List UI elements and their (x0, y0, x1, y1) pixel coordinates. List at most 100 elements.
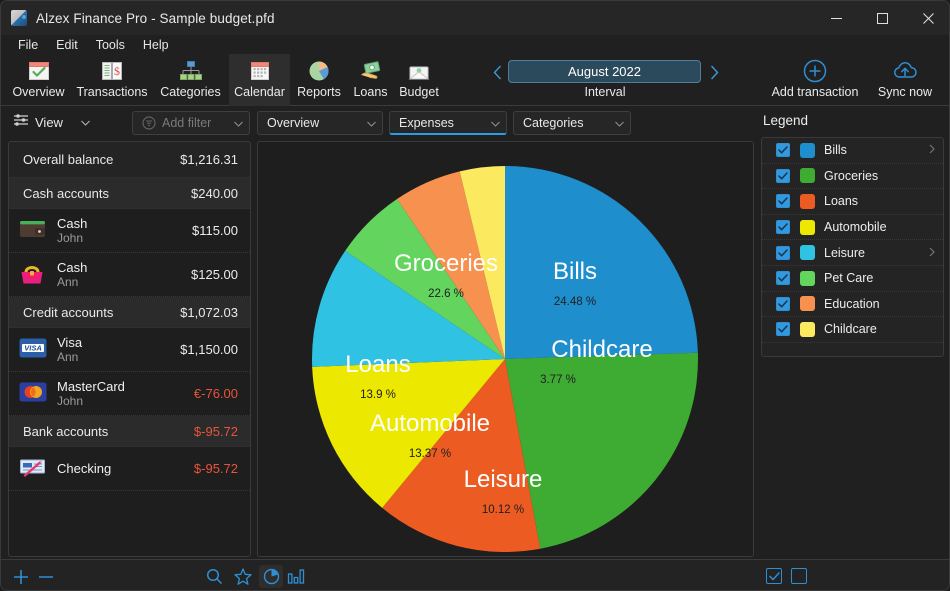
legend-color-swatch (800, 245, 815, 261)
expenses-pie-chart[interactable]: Bills 24.48 % Groceries 22.6 % Loans 13.9 % Au… (258, 142, 753, 556)
close-button[interactable] (905, 1, 949, 35)
toolbar-button-reports[interactable]: Reports (290, 54, 348, 106)
toolbar-button-overview[interactable]: Overview (5, 54, 72, 106)
toolbar-label-budget: Budget (399, 85, 439, 99)
interval-selector: August 2022 Interval (485, 54, 725, 106)
menu-tools[interactable]: Tools (88, 37, 133, 53)
legend-color-swatch (800, 168, 815, 184)
toolbar-button-categories[interactable]: Categories (152, 54, 229, 106)
legend-checkbox[interactable] (776, 271, 790, 286)
legend-item[interactable]: Education (762, 292, 943, 318)
window-controls (813, 1, 949, 35)
favorite-button[interactable] (233, 567, 252, 586)
legend-item[interactable]: Leisure (762, 240, 943, 266)
maximize-button[interactable] (859, 1, 905, 35)
chart-panel: Bills 24.48 % Groceries 22.6 % Loans 13.9 % Au… (257, 141, 754, 557)
menu-file[interactable]: File (10, 37, 46, 53)
interval-caption: Interval (584, 85, 626, 99)
interval-value-box[interactable]: August 2022 (508, 60, 701, 83)
overall-balance-row[interactable]: Overall balance $1,216.31 (9, 142, 250, 178)
account-row[interactable]: Checking $-95.72 (9, 447, 250, 491)
add-account-button[interactable] (12, 568, 30, 586)
account-row[interactable]: Cash Ann $125.00 (9, 253, 250, 297)
view-button[interactable]: View (13, 111, 63, 134)
view-mode-value: Overview (267, 116, 320, 130)
cloud-upload-icon (891, 58, 919, 84)
pie-slice-label: Groceries (394, 250, 498, 277)
legend-color-swatch (800, 296, 815, 312)
account-amount: $125.00 (191, 267, 238, 282)
menu-bar: File Edit Tools Help (1, 35, 949, 54)
account-amount: $1,150.00 (180, 342, 238, 357)
account-row[interactable]: MasterCard John €-76.00 (9, 372, 250, 416)
previous-interval-button[interactable] (488, 62, 506, 82)
toolbar-button-calendar[interactable]: Calendar (229, 54, 290, 106)
amount-type-select[interactable]: Expenses (389, 111, 507, 135)
minimize-button[interactable] (813, 1, 859, 35)
view-dropdown-caret[interactable] (81, 111, 90, 134)
pie-slice-percent: 13.9 % (360, 389, 396, 401)
pie-slice[interactable] (505, 166, 698, 359)
toolbar-button-budget[interactable]: Budget (393, 54, 445, 106)
legend-label: Automobile (824, 220, 887, 235)
chevron-down-icon (615, 114, 624, 132)
search-button[interactable] (205, 567, 224, 586)
pie-slice-percent: 10.12 % (482, 504, 524, 516)
legend-item[interactable]: Pet Care (762, 266, 943, 292)
next-interval-button[interactable] (705, 62, 723, 82)
account-name-block: Checking (57, 461, 194, 476)
account-group-row[interactable]: Bank accounts $-95.72 (9, 416, 250, 447)
accounts-panel[interactable]: Overall balance $1,216.31 Cash accounts $24… (8, 141, 251, 557)
legend-checkbox[interactable] (776, 322, 790, 337)
bar-view-button[interactable] (286, 566, 306, 586)
sync-now-button[interactable]: Sync now (869, 54, 941, 106)
menu-edit[interactable]: Edit (48, 37, 86, 53)
legend-item[interactable]: Automobile (762, 215, 943, 241)
chevron-right-icon[interactable] (929, 143, 935, 157)
toolbar-label-loans: Loans (353, 85, 388, 99)
add-transaction-button[interactable]: Add transaction (761, 54, 869, 106)
loans-money-hand-icon (359, 58, 383, 84)
account-row[interactable]: Cash John $115.00 (9, 209, 250, 253)
pie-slice-percent: 24.48 % (554, 296, 596, 308)
uncheck-all-button[interactable] (791, 568, 807, 584)
remove-account-button[interactable] (37, 568, 55, 586)
legend-item[interactable]: Bills (762, 138, 943, 164)
legend-checkbox[interactable] (776, 220, 790, 235)
filter-icon (142, 116, 156, 130)
view-mode-select[interactable]: Overview (257, 111, 383, 135)
title-bar: Alzex Finance Pro - Sample budget.pfd (1, 1, 949, 35)
legend-item[interactable]: Childcare (762, 317, 943, 343)
legend-checkbox[interactable] (776, 296, 790, 311)
grouping-select[interactable]: Categories (513, 111, 631, 135)
legend-checkbox[interactable] (776, 168, 790, 183)
account-group-row[interactable]: Cash accounts $240.00 (9, 178, 250, 209)
account-group-row[interactable]: Credit accounts $1,072.03 (9, 297, 250, 328)
legend-label: Leisure (824, 245, 865, 260)
account-row[interactable]: VISA Visa Ann $1,150.00 (9, 328, 250, 372)
chevron-right-icon[interactable] (929, 246, 935, 260)
account-name-block: Visa Ann (57, 335, 180, 365)
legend-panel[interactable]: Bills Groceries Loans Automobile Leisure Pet … (761, 137, 944, 357)
legend-item[interactable]: Groceries (762, 164, 943, 190)
svg-text:$: $ (114, 64, 120, 78)
pie-view-button[interactable] (259, 565, 283, 588)
sync-now-label: Sync now (877, 85, 933, 99)
legend-item[interactable]: Loans (762, 189, 943, 215)
add-filter-input[interactable]: Add filter (132, 111, 250, 135)
legend-checkbox[interactable] (776, 245, 790, 260)
check-all-button[interactable] (766, 568, 782, 584)
toolbar-button-loans[interactable]: Loans (348, 54, 393, 106)
transactions-book-icon: $ (100, 58, 124, 84)
plus-circle-icon (802, 58, 828, 84)
legend-checkbox[interactable] (776, 194, 790, 209)
pie-slice-percent: 3.77 % (540, 374, 576, 386)
menu-help[interactable]: Help (135, 37, 177, 53)
toolbar-button-transactions[interactable]: $ Transactions (72, 54, 152, 106)
overview-check-calendar-icon (27, 58, 51, 84)
pie-slice-percent: 13.37 % (409, 448, 451, 460)
legend-color-swatch (800, 270, 815, 286)
account-amount: €-76.00 (193, 386, 238, 401)
calendar-icon (248, 58, 272, 84)
legend-checkbox[interactable] (776, 143, 790, 158)
